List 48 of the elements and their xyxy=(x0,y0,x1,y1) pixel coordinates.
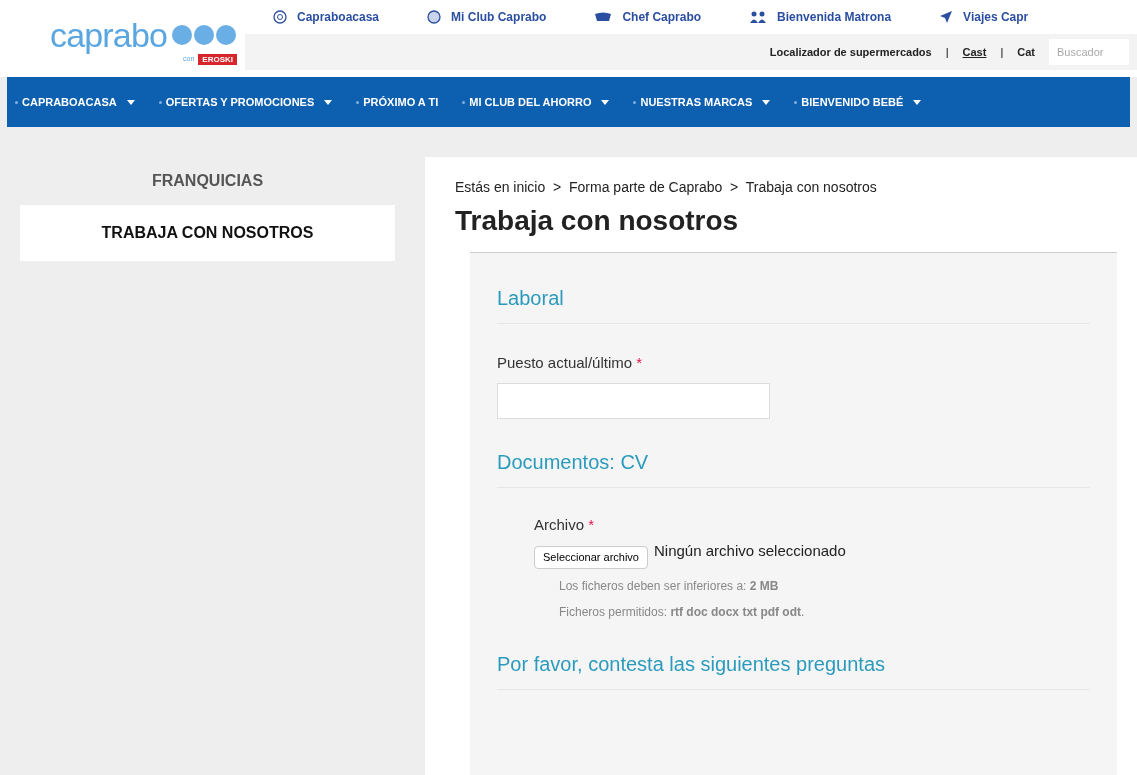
nav-item[interactable]: NUESTRAS MARCAS xyxy=(633,93,771,111)
help-text: Ficheros permitidos: rtf doc docx txt pdf odt. xyxy=(559,603,806,621)
nav-item[interactable]: MI CLUB DEL AHORRO xyxy=(462,93,610,111)
file-status: Ningún archivo seleccionado xyxy=(654,541,846,561)
globe-icon xyxy=(427,10,442,24)
nav-item[interactable]: BIENVENIDO BEBÉ xyxy=(794,93,922,111)
field-label: Archivo * xyxy=(534,514,596,535)
bullet-icon xyxy=(633,100,637,104)
caret-icon xyxy=(126,99,135,105)
caret-icon xyxy=(762,99,771,105)
sidebar-item[interactable]: FRANQUICIAS xyxy=(20,157,395,205)
nav-item[interactable]: PRÓXIMO A TI xyxy=(356,93,439,111)
sidebar-item[interactable]: TRABAJA CON NOSOTROS xyxy=(20,205,395,261)
utility-link[interactable]: Localizador de supermercados xyxy=(769,43,932,61)
bullet-icon xyxy=(158,100,162,104)
bullet-icon xyxy=(356,100,360,104)
circle-icon xyxy=(273,10,287,24)
logo-dots-icon xyxy=(171,24,237,46)
top-link[interactable]: Bienvenida Matrona xyxy=(777,8,892,26)
people-icon xyxy=(749,11,768,23)
caret-icon xyxy=(324,99,333,105)
top-link[interactable]: Viajes Capr xyxy=(963,8,1029,26)
caret-icon xyxy=(601,99,610,105)
bullet-icon xyxy=(15,100,18,104)
bullet-icon xyxy=(462,100,466,104)
top-link[interactable]: Capraboacasa xyxy=(297,8,380,26)
caret-icon xyxy=(913,99,922,105)
help-text: Los ficheros deben ser inferiores a: 2 MB xyxy=(559,577,780,595)
top-link[interactable]: Mi Club Caprabo xyxy=(451,8,547,26)
top-link[interactable]: Chef Caprabo xyxy=(622,8,702,26)
field-label: Puesto actual/último * xyxy=(497,353,644,373)
separator: | xyxy=(1000,44,1004,60)
nav-item[interactable]: CAPRABOACASA xyxy=(15,93,135,111)
page-title: Trabaja con nosotros xyxy=(455,204,740,238)
choose-file-button[interactable]: Seleccionar archivo xyxy=(534,546,648,569)
input-field[interactable] xyxy=(497,382,770,419)
breadcrumb: Estás en inicio > Forma parte de Caprabo > Trabaja con nosotros xyxy=(455,178,878,197)
utility-link[interactable]: Cat xyxy=(1017,43,1035,61)
utility-link[interactable]: Cast xyxy=(962,43,987,61)
bullet-icon xyxy=(794,100,798,104)
section-title: Documentos: CV xyxy=(497,446,1090,488)
section-title: Laboral xyxy=(497,283,1090,324)
partner-badge: EROSKI xyxy=(198,54,237,65)
plane-icon xyxy=(939,10,954,24)
separator: | xyxy=(945,44,949,60)
nav-item[interactable]: OFERTAS Y PROMOCIONES xyxy=(158,93,333,111)
section-title: Por favor, contesta las siguientes preguntas xyxy=(497,648,1090,690)
search-field[interactable]: Buscador xyxy=(1049,39,1129,65)
